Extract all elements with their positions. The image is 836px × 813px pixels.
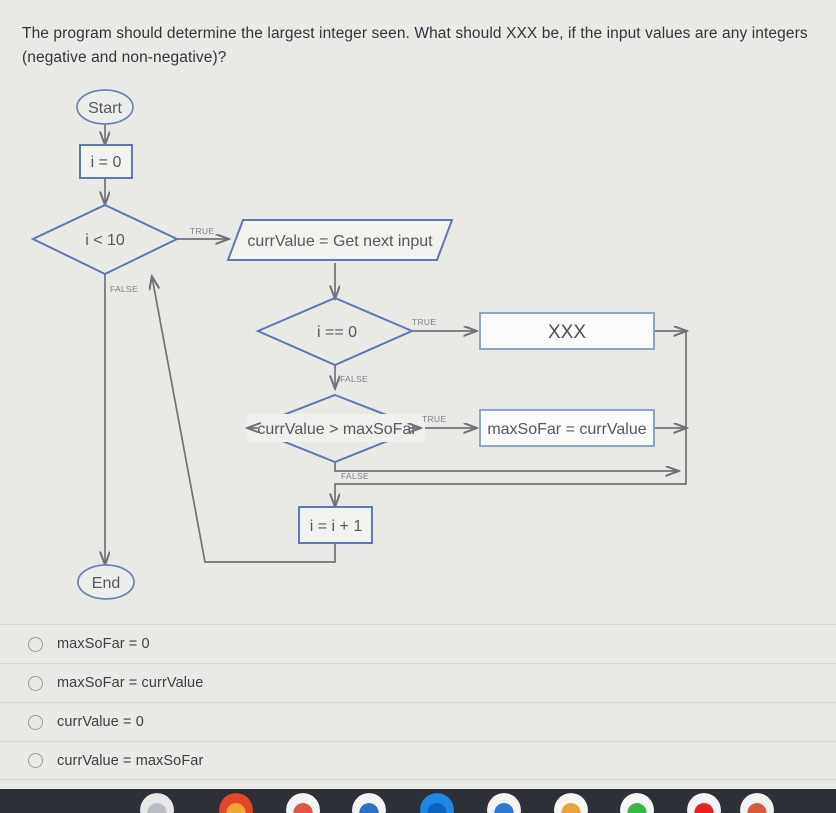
answer-options-list: maxSoFar = 0 maxSoFar = currValue currVa… [0,624,836,780]
answer-option-label: maxSoFar = 0 [57,636,150,652]
flow-node-start-label: Start [88,100,122,117]
flowchart-diagram: Start i = 0 i < 10 TRUE FALSE currValue … [0,88,836,618]
flow-node-get-input: currValue = Get next input [226,219,454,261]
docs-icon-glyph [352,793,386,813]
chrome-icon-glyph [219,793,253,813]
branch-label-loop-true: TRUE [190,226,214,236]
gallery-icon-glyph [286,793,320,813]
maps-icon[interactable] [487,793,521,813]
play-store-icon[interactable] [620,793,654,813]
flow-node-increment: i = i + 1 [298,506,373,544]
question-text: The program should determine the largest… [22,25,808,67]
flow-node-loop-condition: i < 10 [30,203,180,276]
branch-label-loop-false: FALSE [110,284,138,294]
flow-node-get-input-label: currValue = Get next input [247,233,433,250]
radio-button-icon[interactable] [28,753,43,768]
branch-label-first-true: TRUE [412,317,436,327]
answer-option-label: currValue = maxSoFar [57,752,204,769]
messenger-icon[interactable] [420,793,454,813]
docs-icon[interactable] [352,793,386,813]
clock-icon-glyph [140,793,174,813]
flow-node-increment-label: i = i + 1 [310,518,363,535]
answer-option-2[interactable]: currValue = 0 [0,702,836,741]
youtube-icon-glyph [687,793,721,813]
photos-icon-glyph [554,793,588,813]
messenger-icon-glyph [420,793,454,813]
flow-node-first-check-label: i == 0 [317,324,357,341]
generic-app-icon[interactable] [740,793,774,813]
question-area: The program should determine the largest… [0,0,836,70]
maps-icon-glyph [487,793,521,813]
flow-node-compare-label: currValue > maxSoFar [257,421,417,438]
generic-app-icon-glyph [740,793,774,813]
flow-node-compare: currValue > maxSoFar [247,393,425,464]
flow-node-xxx-label: XXX [548,322,586,343]
flow-node-end: End [77,564,135,600]
gallery-icon[interactable] [286,793,320,813]
flow-node-end-label: End [92,575,120,592]
branch-label-first-false: FALSE [340,374,368,384]
branch-label-compare-false: FALSE [341,471,369,481]
branch-label-compare-true: TRUE [422,414,446,424]
play-store-icon-glyph [620,793,654,813]
clock-icon[interactable] [140,793,174,813]
connector-compare-false [334,462,678,471]
answer-option-label: currValue = 0 [57,714,144,730]
flow-node-first-check: i == 0 [255,296,415,367]
flow-node-init-label: i = 0 [91,154,122,171]
photos-icon[interactable] [554,793,588,813]
youtube-icon[interactable] [687,793,721,813]
flow-node-xxx: XXX [479,312,655,350]
flow-node-start: Start [76,89,134,125]
radio-button-icon[interactable] [28,636,43,652]
chrome-icon[interactable] [219,793,253,813]
system-dock [0,789,836,813]
flow-node-assign: maxSoFar = currValue [479,409,655,447]
radio-button-icon[interactable] [28,714,43,730]
flow-node-loop-condition-label: i < 10 [85,232,125,249]
answer-option-label: maxSoFar = currValue [57,675,204,691]
radio-button-icon[interactable] [28,675,43,691]
answer-option-0[interactable]: maxSoFar = 0 [0,624,836,663]
flow-node-assign-label: maxSoFar = currValue [487,421,646,438]
answer-option-3[interactable]: currValue = maxSoFar [0,741,836,780]
flow-node-init: i = 0 [79,144,133,179]
answer-option-1[interactable]: maxSoFar = currValue [0,663,836,702]
